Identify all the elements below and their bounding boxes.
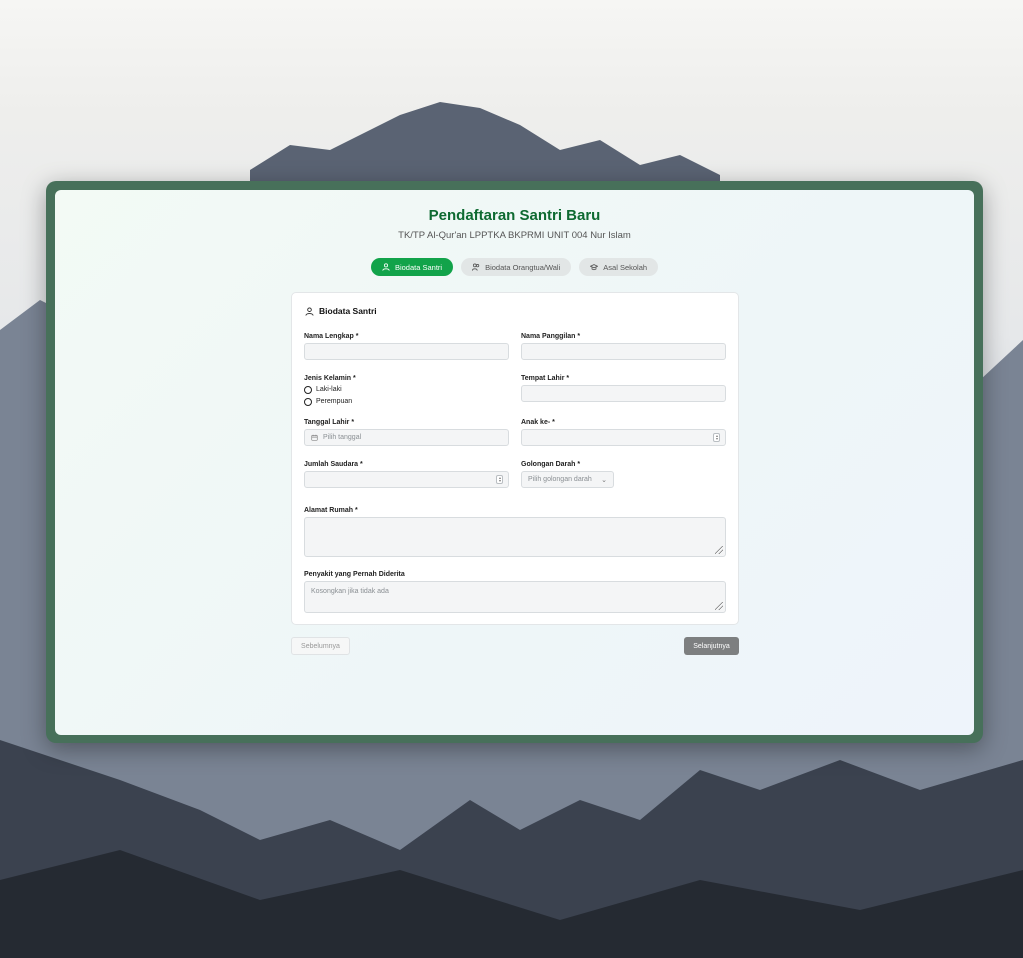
field-label: Anak ke- *: [521, 419, 555, 426]
alamat-rumah-field: Alamat Rumah *: [304, 507, 726, 557]
alamat-rumah-textarea[interactable]: [304, 517, 726, 557]
field-label: Alamat Rumah *: [304, 507, 358, 514]
step-tabs: Biodata Santri Biodata Orangtua/Wali Asa…: [55, 258, 974, 276]
number-spinner[interactable]: [496, 475, 503, 484]
form-card: Biodata Santri Nama Lengkap * Nama Pangg…: [291, 292, 739, 625]
field-label: Jumlah Saudara *: [304, 461, 363, 468]
tab-label: Biodata Santri: [394, 262, 443, 272]
registration-window: Pendaftaran Santri Baru TK/TP Al-Qur'an …: [55, 190, 974, 735]
page-subtitle: TK/TP Al-Qur'an LPPTKA BKPRMI UNIT 004 N…: [398, 230, 631, 241]
radio-circle[interactable]: [304, 397, 312, 406]
jenis-kelamin-field: Jenis Kelamin * Laki-laki Perempuan: [304, 375, 509, 406]
golongan-darah-select[interactable]: Pilih golongan darah ⌄: [521, 471, 614, 488]
tab-biodata-orangtua[interactable]: Biodata Orangtua/Wali: [461, 258, 572, 276]
radio-label: Laki-laki: [316, 386, 342, 393]
tab-biodata-santri[interactable]: Biodata Santri: [370, 258, 454, 276]
user-icon: [382, 263, 390, 271]
graduation-cap-icon: [590, 264, 599, 270]
field-label: Nama Lengkap *: [304, 333, 359, 340]
tab-asal-sekolah[interactable]: Asal Sekolah: [579, 258, 659, 276]
number-spinner[interactable]: [713, 433, 720, 442]
nama-panggilan-field: Nama Panggilan *: [521, 333, 726, 360]
page-title: Pendaftaran Santri Baru: [428, 207, 601, 224]
select-placeholder: Pilih golongan darah: [528, 476, 592, 483]
golongan-darah-field: Golongan Darah * Pilih golongan darah ⌄: [521, 461, 726, 488]
user-icon: [305, 306, 314, 316]
radio-label: Perempuan: [316, 398, 353, 405]
field-label: Nama Panggilan *: [521, 333, 581, 340]
date-placeholder: Pilih tanggal: [323, 434, 362, 441]
penyakit-textarea[interactable]: Kosongkan jika tidak ada: [304, 581, 726, 613]
field-label: Penyakit yang Pernah Diderita: [304, 571, 405, 578]
next-button[interactable]: Selanjutnya: [684, 637, 739, 655]
anak-ke-field: Anak ke- *: [521, 419, 726, 446]
tempat-lahir-input[interactable]: [521, 385, 726, 402]
chevron-down-icon: ⌄: [601, 476, 607, 484]
field-label: Golongan Darah *: [521, 461, 581, 468]
resize-handle[interactable]: [715, 546, 723, 554]
tanggal-lahir-field: Tanggal Lahir * Pilih tanggal: [304, 419, 509, 446]
users-icon: [472, 263, 480, 271]
previous-button[interactable]: Sebelumnya: [291, 637, 350, 655]
tab-label: Asal Sekolah: [603, 262, 648, 272]
nama-panggilan-input[interactable]: [521, 343, 726, 360]
field-label: Tempat Lahir *: [521, 375, 570, 382]
penyakit-field: Penyakit yang Pernah Diderita Kosongkan …: [304, 571, 726, 613]
calendar-icon: [311, 434, 318, 441]
anak-ke-input[interactable]: [521, 429, 726, 446]
jumlah-saudara-input[interactable]: [304, 471, 509, 488]
radio-circle[interactable]: [304, 385, 312, 394]
field-label: Tanggal Lahir *: [304, 419, 355, 426]
section-title: Biodata Santri: [319, 306, 377, 316]
tanggal-lahir-picker[interactable]: Pilih tanggal: [304, 429, 509, 446]
radio-perempuan[interactable]: Perempuan: [304, 397, 509, 406]
section-header: Biodata Santri: [305, 306, 377, 316]
field-label: Jenis Kelamin *: [304, 375, 356, 382]
nama-lengkap-input[interactable]: [304, 343, 509, 360]
nama-lengkap-field: Nama Lengkap *: [304, 333, 509, 360]
textarea-placeholder: Kosongkan jika tidak ada: [311, 588, 389, 595]
resize-handle[interactable]: [715, 602, 723, 610]
tab-label: Biodata Orangtua/Wali: [485, 262, 561, 272]
radio-laki-laki[interactable]: Laki-laki: [304, 385, 509, 394]
tempat-lahir-field: Tempat Lahir *: [521, 375, 726, 402]
jumlah-saudara-field: Jumlah Saudara *: [304, 461, 509, 488]
